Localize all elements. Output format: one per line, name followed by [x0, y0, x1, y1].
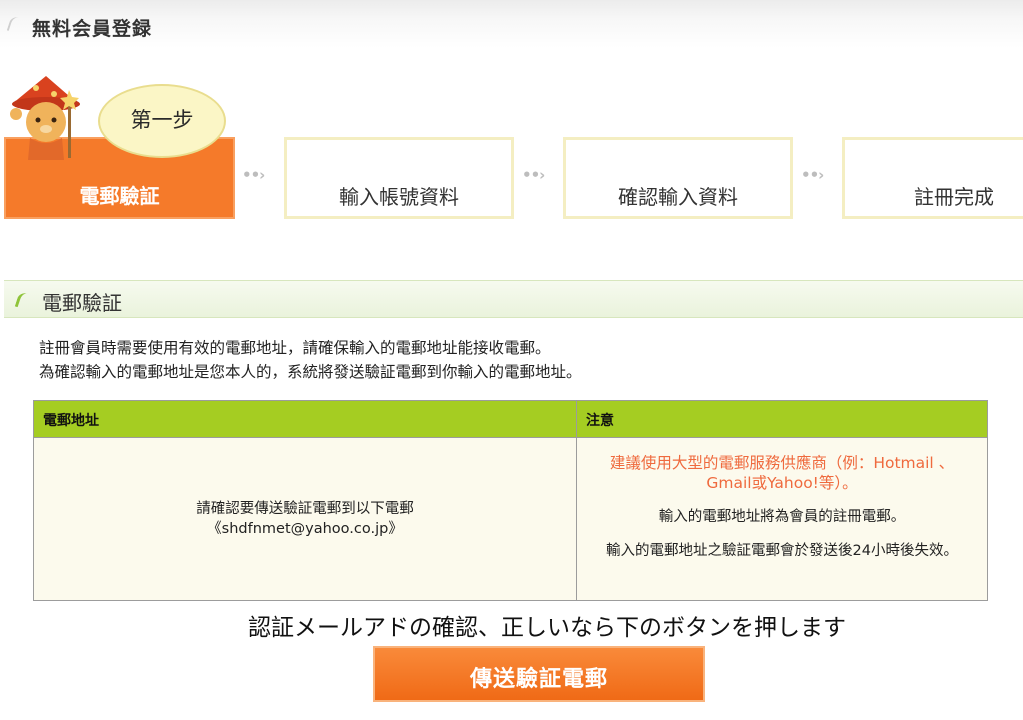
leaf-icon [6, 15, 20, 33]
step-label: 電郵驗証 [79, 184, 160, 208]
step-arrow-icon: ••› [801, 166, 824, 184]
step-label: 輸入帳號資料 [339, 185, 459, 209]
intro-line: 註冊會員時需要使用有效的電郵地址，請確保輸入的電郵地址能接收電郵。 [39, 339, 551, 357]
column-header-email: 電郵地址 [43, 413, 99, 429]
step-label: 確認輸入資料 [618, 185, 738, 209]
step-confirm-input: 確認輸入資料 [563, 137, 793, 219]
step-arrow-icon: ••› [242, 166, 265, 184]
step-complete: 註冊完成 [842, 137, 1023, 219]
section-title: 電郵驗証 [42, 291, 122, 315]
table-header-row: 電郵地址 注意 [34, 401, 987, 438]
step-bubble-label: 第一步 [130, 108, 194, 132]
send-button-label: 傳送驗証電郵 [469, 667, 608, 692]
step-input-account: 輸入帳號資料 [284, 137, 514, 219]
note-expiry: 輸入的電郵地址之驗証電郵會於發送後24小時後失效。 [606, 543, 958, 559]
note-registration-email: 輸入的電郵地址將為會員的註冊電郵。 [658, 509, 906, 525]
leaf-icon [14, 291, 28, 309]
section-header: 電郵驗証 [4, 280, 1023, 318]
email-info-table: 電郵地址 注意 請確認要傳送驗証電郵到以下電郵 《shdfnmet@yahoo.… [33, 400, 988, 601]
step-label: 註冊完成 [914, 185, 994, 209]
page-header: 無料会員登録 [0, 0, 1023, 48]
email-confirm-cell: 請確認要傳送驗証電郵到以下電郵 《shdfnmet@yahoo.co.jp》 [34, 499, 576, 539]
note-recommendation: 建議使用大型的電郵服務供應商（例：Hotmail 、 Gmail或Yahoo!等… [609, 454, 955, 492]
step-bubble: 第一步 [98, 84, 226, 158]
email-confirm-text: 請確認要傳送驗証電郵到以下電郵 [196, 501, 414, 517]
intro-text: 註冊會員時需要使用有效的電郵地址，請確保輸入的電郵地址能接收電郵。 為確認輸入的… [39, 336, 582, 384]
notes-cell: 建議使用大型的電郵服務供應商（例：Hotmail 、 Gmail或Yahoo!等… [577, 453, 987, 575]
send-verification-email-button[interactable]: 傳送驗証電郵 [373, 646, 705, 702]
bear-mascot-icon [10, 76, 80, 160]
column-header-notes: 注意 [586, 413, 614, 429]
page-title: 無料会員登録 [32, 18, 153, 40]
step-arrow-icon: ••› [522, 166, 545, 184]
intro-line: 為確認輸入的電郵地址是您本人的，系統將發送驗証電郵到你輸入的電郵地址。 [39, 363, 582, 381]
email-address: 《shdfnmet@yahoo.co.jp》 [207, 521, 403, 537]
confirm-instruction: 認証メールアドの確認、正しいなら下のボタンを押します [248, 615, 846, 641]
